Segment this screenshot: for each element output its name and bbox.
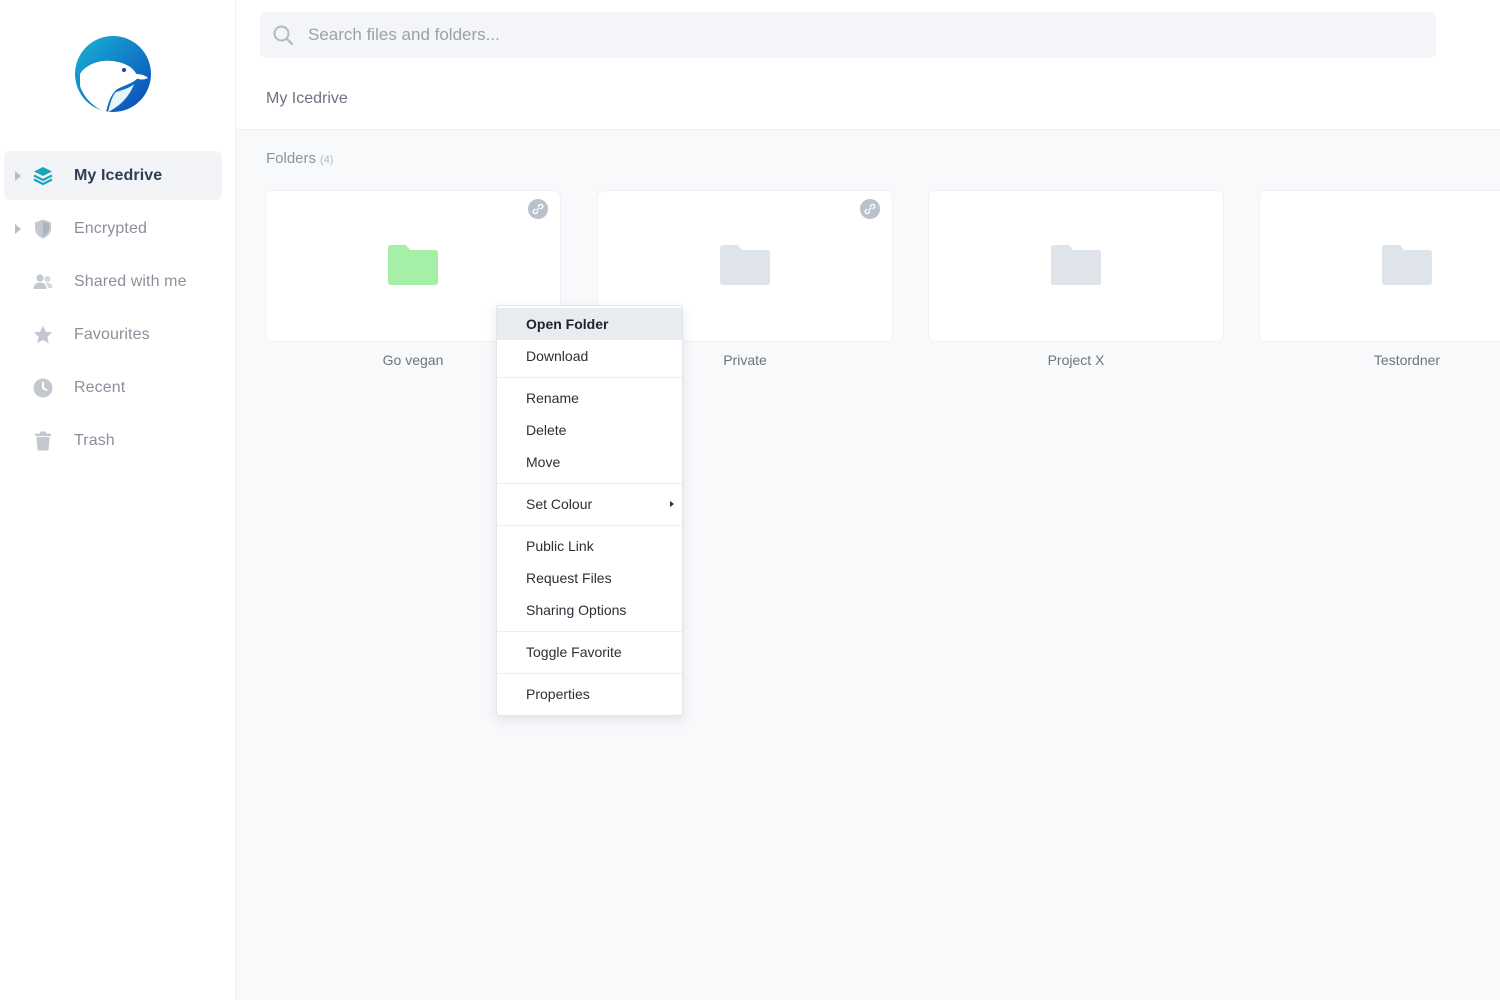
sidebar-item-label: Encrypted [74,219,147,237]
sidebar-item-favourites[interactable]: Favourites [4,310,222,359]
sidebar: My Icedrive Encrypted Shared with me Fav… [0,0,236,1000]
sidebar-item-encrypted[interactable]: Encrypted [4,204,222,253]
sidebar-item-my-icedrive[interactable]: My Icedrive [4,151,222,200]
search-bar [260,12,1436,58]
menu-item-label: Set Colour [526,496,593,512]
link-icon [528,199,548,219]
folder-icon [1051,245,1101,285]
menu-item-set-colour[interactable]: Set Colour [497,488,682,520]
folder-icon [720,245,770,285]
clock-icon [32,377,54,399]
sidebar-nav: My Icedrive Encrypted Shared with me Fav… [4,151,222,469]
menu-item-delete[interactable]: Delete [497,414,682,446]
menu-item-move[interactable]: Move [497,446,682,478]
sidebar-item-recent[interactable]: Recent [4,363,222,412]
menu-divider [497,483,682,484]
folder-name: Project X [1047,352,1105,368]
folder-card-testordner[interactable] [1260,191,1500,341]
shield-icon [32,218,54,240]
layers-icon [32,165,54,187]
top-bar: My Icedrive [236,0,1500,130]
submenu-arrow-icon [670,501,674,507]
expand-caret-icon[interactable] [15,223,21,234]
icedrive-logo[interactable] [72,34,154,114]
folder-icon [388,245,438,285]
trash-icon [32,430,54,452]
menu-divider [497,631,682,632]
search-icon [272,24,294,46]
menu-divider [497,525,682,526]
menu-item-properties[interactable]: Properties [497,678,682,710]
menu-item-toggle-favorite[interactable]: Toggle Favorite [497,636,682,668]
sidebar-item-label: My Icedrive [74,166,163,184]
sidebar-item-trash[interactable]: Trash [4,416,222,465]
folders-title: Folders [266,150,317,167]
menu-item-request-files[interactable]: Request Files [497,562,682,594]
menu-item-public-link[interactable]: Public Link [497,530,682,562]
folder-name: Testordner [1373,352,1441,368]
sidebar-item-label: Recent [74,378,126,396]
folder-icon [1382,245,1432,285]
menu-divider [497,377,682,378]
menu-item-open-folder[interactable]: Open Folder [497,308,682,340]
context-menu: Open Folder Download Rename Delete Move … [496,305,683,716]
sidebar-item-label: Trash [74,431,115,449]
search-input[interactable] [308,12,1408,58]
link-icon [860,199,880,219]
menu-item-download[interactable]: Download [497,340,682,372]
sidebar-item-label: Favourites [74,325,150,343]
menu-item-rename[interactable]: Rename [497,382,682,414]
users-icon [32,271,54,293]
folders-section-title: Folders (4) [266,150,333,167]
menu-divider [497,673,682,674]
sidebar-item-label: Shared with me [74,272,187,290]
expand-caret-icon[interactable] [15,170,21,181]
star-icon [32,324,54,346]
breadcrumb[interactable]: My Icedrive [266,90,348,108]
folders-count: (4) [320,154,334,166]
sidebar-item-shared-with-me[interactable]: Shared with me [4,257,222,306]
menu-item-sharing-options[interactable]: Sharing Options [497,594,682,626]
folder-card-project-x[interactable] [929,191,1223,341]
